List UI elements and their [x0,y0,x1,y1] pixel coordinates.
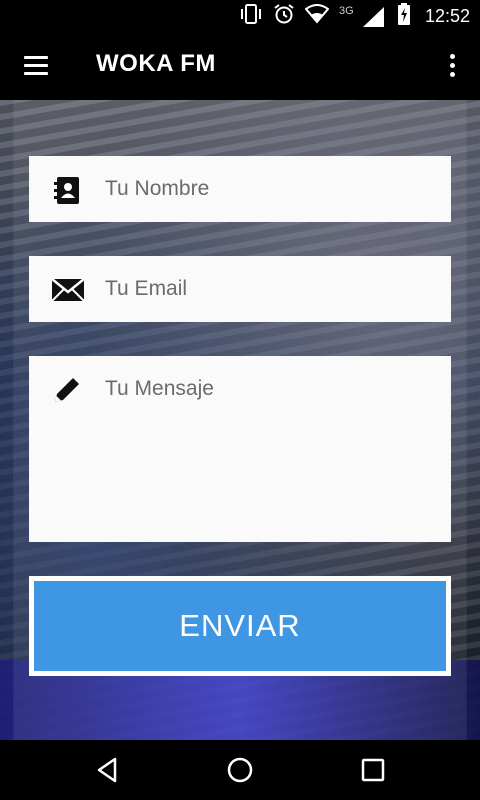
app-title: WOKA FM [96,50,216,77]
email-field[interactable] [29,256,451,322]
contact-book-icon [51,174,83,206]
pencil-icon [51,374,83,406]
name-field[interactable] [29,156,451,222]
message-field[interactable] [29,356,451,542]
home-icon[interactable] [225,755,255,785]
status-icons: 3G 12:52 [239,0,470,32]
navigation-bar [0,740,480,800]
email-input[interactable] [105,256,441,322]
signal-icon: 3G [339,5,387,27]
overflow-menu-icon[interactable] [440,52,464,80]
message-input[interactable] [105,376,441,536]
status-time: 12:52 [424,5,470,26]
recents-icon[interactable] [358,755,388,785]
battery-icon [397,2,411,30]
app-bar: WOKA FM [0,32,480,100]
hamburger-menu-icon[interactable] [22,54,52,78]
back-icon[interactable] [93,755,123,785]
send-button[interactable]: ENVIAR [29,576,451,676]
send-button-label: ENVIAR [34,581,446,671]
alarm-icon [273,3,295,30]
vibrate-icon [239,3,263,30]
wifi-icon [304,3,330,29]
name-input[interactable] [105,156,441,222]
envelope-icon [51,274,85,306]
status-bar: 3G 12:52 [0,0,480,32]
network-type-label: 3G [338,5,354,17]
